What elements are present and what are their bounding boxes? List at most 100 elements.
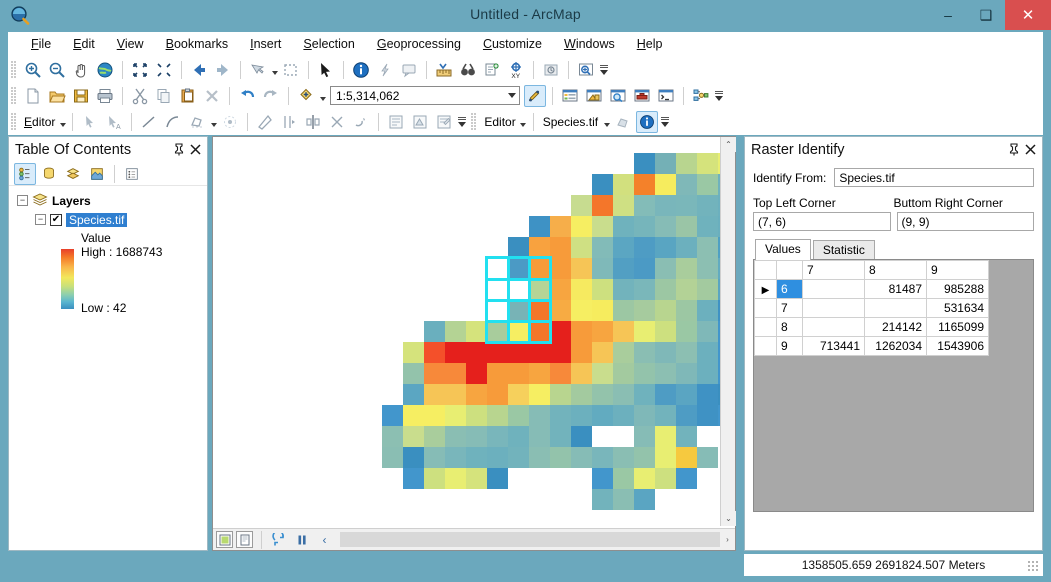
value-cell[interactable]: [802, 317, 865, 337]
value-cell[interactable]: [802, 279, 865, 299]
raster-cell[interactable]: [424, 468, 445, 489]
raster-cell[interactable]: [403, 447, 424, 468]
raster-cell[interactable]: [466, 342, 487, 363]
catalog-icon[interactable]: [583, 85, 605, 107]
raster-cell[interactable]: [487, 384, 508, 405]
menu-item-customize[interactable]: Customize: [472, 34, 553, 54]
raster-cell[interactable]: [508, 405, 529, 426]
raster-cell[interactable]: [508, 426, 529, 447]
minimize-button[interactable]: –: [929, 0, 967, 30]
raster-cell[interactable]: [550, 237, 571, 258]
raster-cell[interactable]: [550, 363, 571, 384]
raster-cell[interactable]: [613, 279, 634, 300]
table-row[interactable]: 8 214142 1165099: [754, 317, 989, 337]
rotate-icon[interactable]: [254, 111, 276, 133]
value-cell[interactable]: 531634: [926, 298, 989, 318]
column-header[interactable]: 9: [926, 260, 989, 280]
raster-cell[interactable]: [676, 258, 697, 279]
select-elements-arrow-icon[interactable]: [315, 59, 337, 81]
raster-cell[interactable]: [508, 342, 529, 363]
go-forward-extent-icon[interactable]: [212, 59, 234, 81]
raster-cell[interactable]: [445, 405, 466, 426]
list-by-source-icon[interactable]: [38, 163, 60, 185]
raster-cell[interactable]: [382, 447, 403, 468]
raster-cell[interactable]: [487, 279, 508, 300]
raster-cell[interactable]: [550, 300, 571, 321]
raster-cell[interactable]: [487, 342, 508, 363]
cut-icon[interactable]: [129, 85, 151, 107]
pin-icon[interactable]: [171, 141, 187, 159]
raster-cell[interactable]: [676, 153, 697, 174]
row-header[interactable]: 7: [776, 298, 803, 318]
raster-cell[interactable]: [655, 153, 676, 174]
raster-cell[interactable]: [655, 300, 676, 321]
raster-cell[interactable]: [697, 447, 718, 468]
map-view[interactable]: ⌃ ⌄ ‹ ›: [212, 136, 736, 551]
raster-cell[interactable]: [634, 174, 655, 195]
raster-cell[interactable]: [592, 363, 613, 384]
raster-cell[interactable]: [592, 258, 613, 279]
raster-cell[interactable]: [529, 216, 550, 237]
raster-cell[interactable]: [592, 384, 613, 405]
go-to-xy-icon[interactable]: XY: [505, 59, 527, 81]
raster-cell[interactable]: [676, 405, 697, 426]
menu-item-view[interactable]: View: [106, 34, 155, 54]
raster-cell[interactable]: [592, 405, 613, 426]
raster-cell[interactable]: [508, 279, 529, 300]
reshape-icon[interactable]: [350, 111, 372, 133]
raster-cell[interactable]: [676, 321, 697, 342]
zoom-out-icon[interactable]: [46, 59, 68, 81]
map-horizontal-scrollbar[interactable]: [340, 532, 720, 547]
value-cell[interactable]: 214142: [864, 317, 927, 337]
raster-cell[interactable]: [592, 174, 613, 195]
straight-segment-icon[interactable]: [138, 111, 160, 133]
pan-icon[interactable]: [70, 59, 92, 81]
raster-cell[interactable]: [655, 279, 676, 300]
raster-identify-close-icon[interactable]: [1022, 141, 1038, 159]
resize-grip[interactable]: [1028, 561, 1040, 573]
list-by-drawing-order-icon[interactable]: [14, 162, 36, 185]
raster-cell[interactable]: [466, 468, 487, 489]
print-icon[interactable]: [94, 85, 116, 107]
raster-cell[interactable]: [403, 405, 424, 426]
raster-cell[interactable]: [634, 321, 655, 342]
zoom-in-icon[interactable]: [22, 59, 44, 81]
raster-cell[interactable]: [592, 447, 613, 468]
raster-cell[interactable]: [613, 405, 634, 426]
toc-layer-label[interactable]: Species.tif: [66, 212, 128, 227]
raster-cell[interactable]: [424, 447, 445, 468]
raster-cell[interactable]: [634, 342, 655, 363]
raster-cell[interactable]: [382, 405, 403, 426]
raster-cell[interactable]: [487, 426, 508, 447]
raster-identify-icon[interactable]: [636, 110, 659, 133]
identify-from-field[interactable]: Species.tif: [834, 168, 1034, 187]
raster-cell[interactable]: [487, 300, 508, 321]
find-route-icon[interactable]: [481, 59, 503, 81]
maximize-button[interactable]: ❑: [967, 0, 1005, 30]
raster-cell[interactable]: [487, 447, 508, 468]
fixed-zoom-out-icon[interactable]: [153, 59, 175, 81]
value-cell[interactable]: 1262034: [864, 336, 927, 356]
value-cell[interactable]: [802, 298, 865, 318]
raster-cell[interactable]: [697, 216, 718, 237]
raster-cell[interactable]: [697, 300, 718, 321]
raster-cell[interactable]: [403, 384, 424, 405]
map-scale-combobox[interactable]: 1:5,314,062: [330, 86, 520, 105]
raster-cell[interactable]: [676, 195, 697, 216]
trace-icon[interactable]: [186, 111, 208, 133]
raster-cell[interactable]: [634, 447, 655, 468]
raster-cell[interactable]: [466, 447, 487, 468]
toc-options-icon[interactable]: [121, 163, 143, 185]
raster-cell[interactable]: [697, 174, 718, 195]
raster-cell[interactable]: [634, 468, 655, 489]
raster-cell[interactable]: [655, 426, 676, 447]
raster-cell[interactable]: [571, 384, 592, 405]
raster-cell[interactable]: [634, 405, 655, 426]
raster-cell[interactable]: [613, 174, 634, 195]
column-header[interactable]: 8: [864, 260, 927, 280]
raster-cell[interactable]: [487, 321, 508, 342]
raster-cell[interactable]: [550, 426, 571, 447]
edit-tool-icon[interactable]: [79, 111, 101, 133]
editor-menu-button[interactable]: Editor: [21, 115, 58, 129]
raster-cell[interactable]: [634, 489, 655, 510]
